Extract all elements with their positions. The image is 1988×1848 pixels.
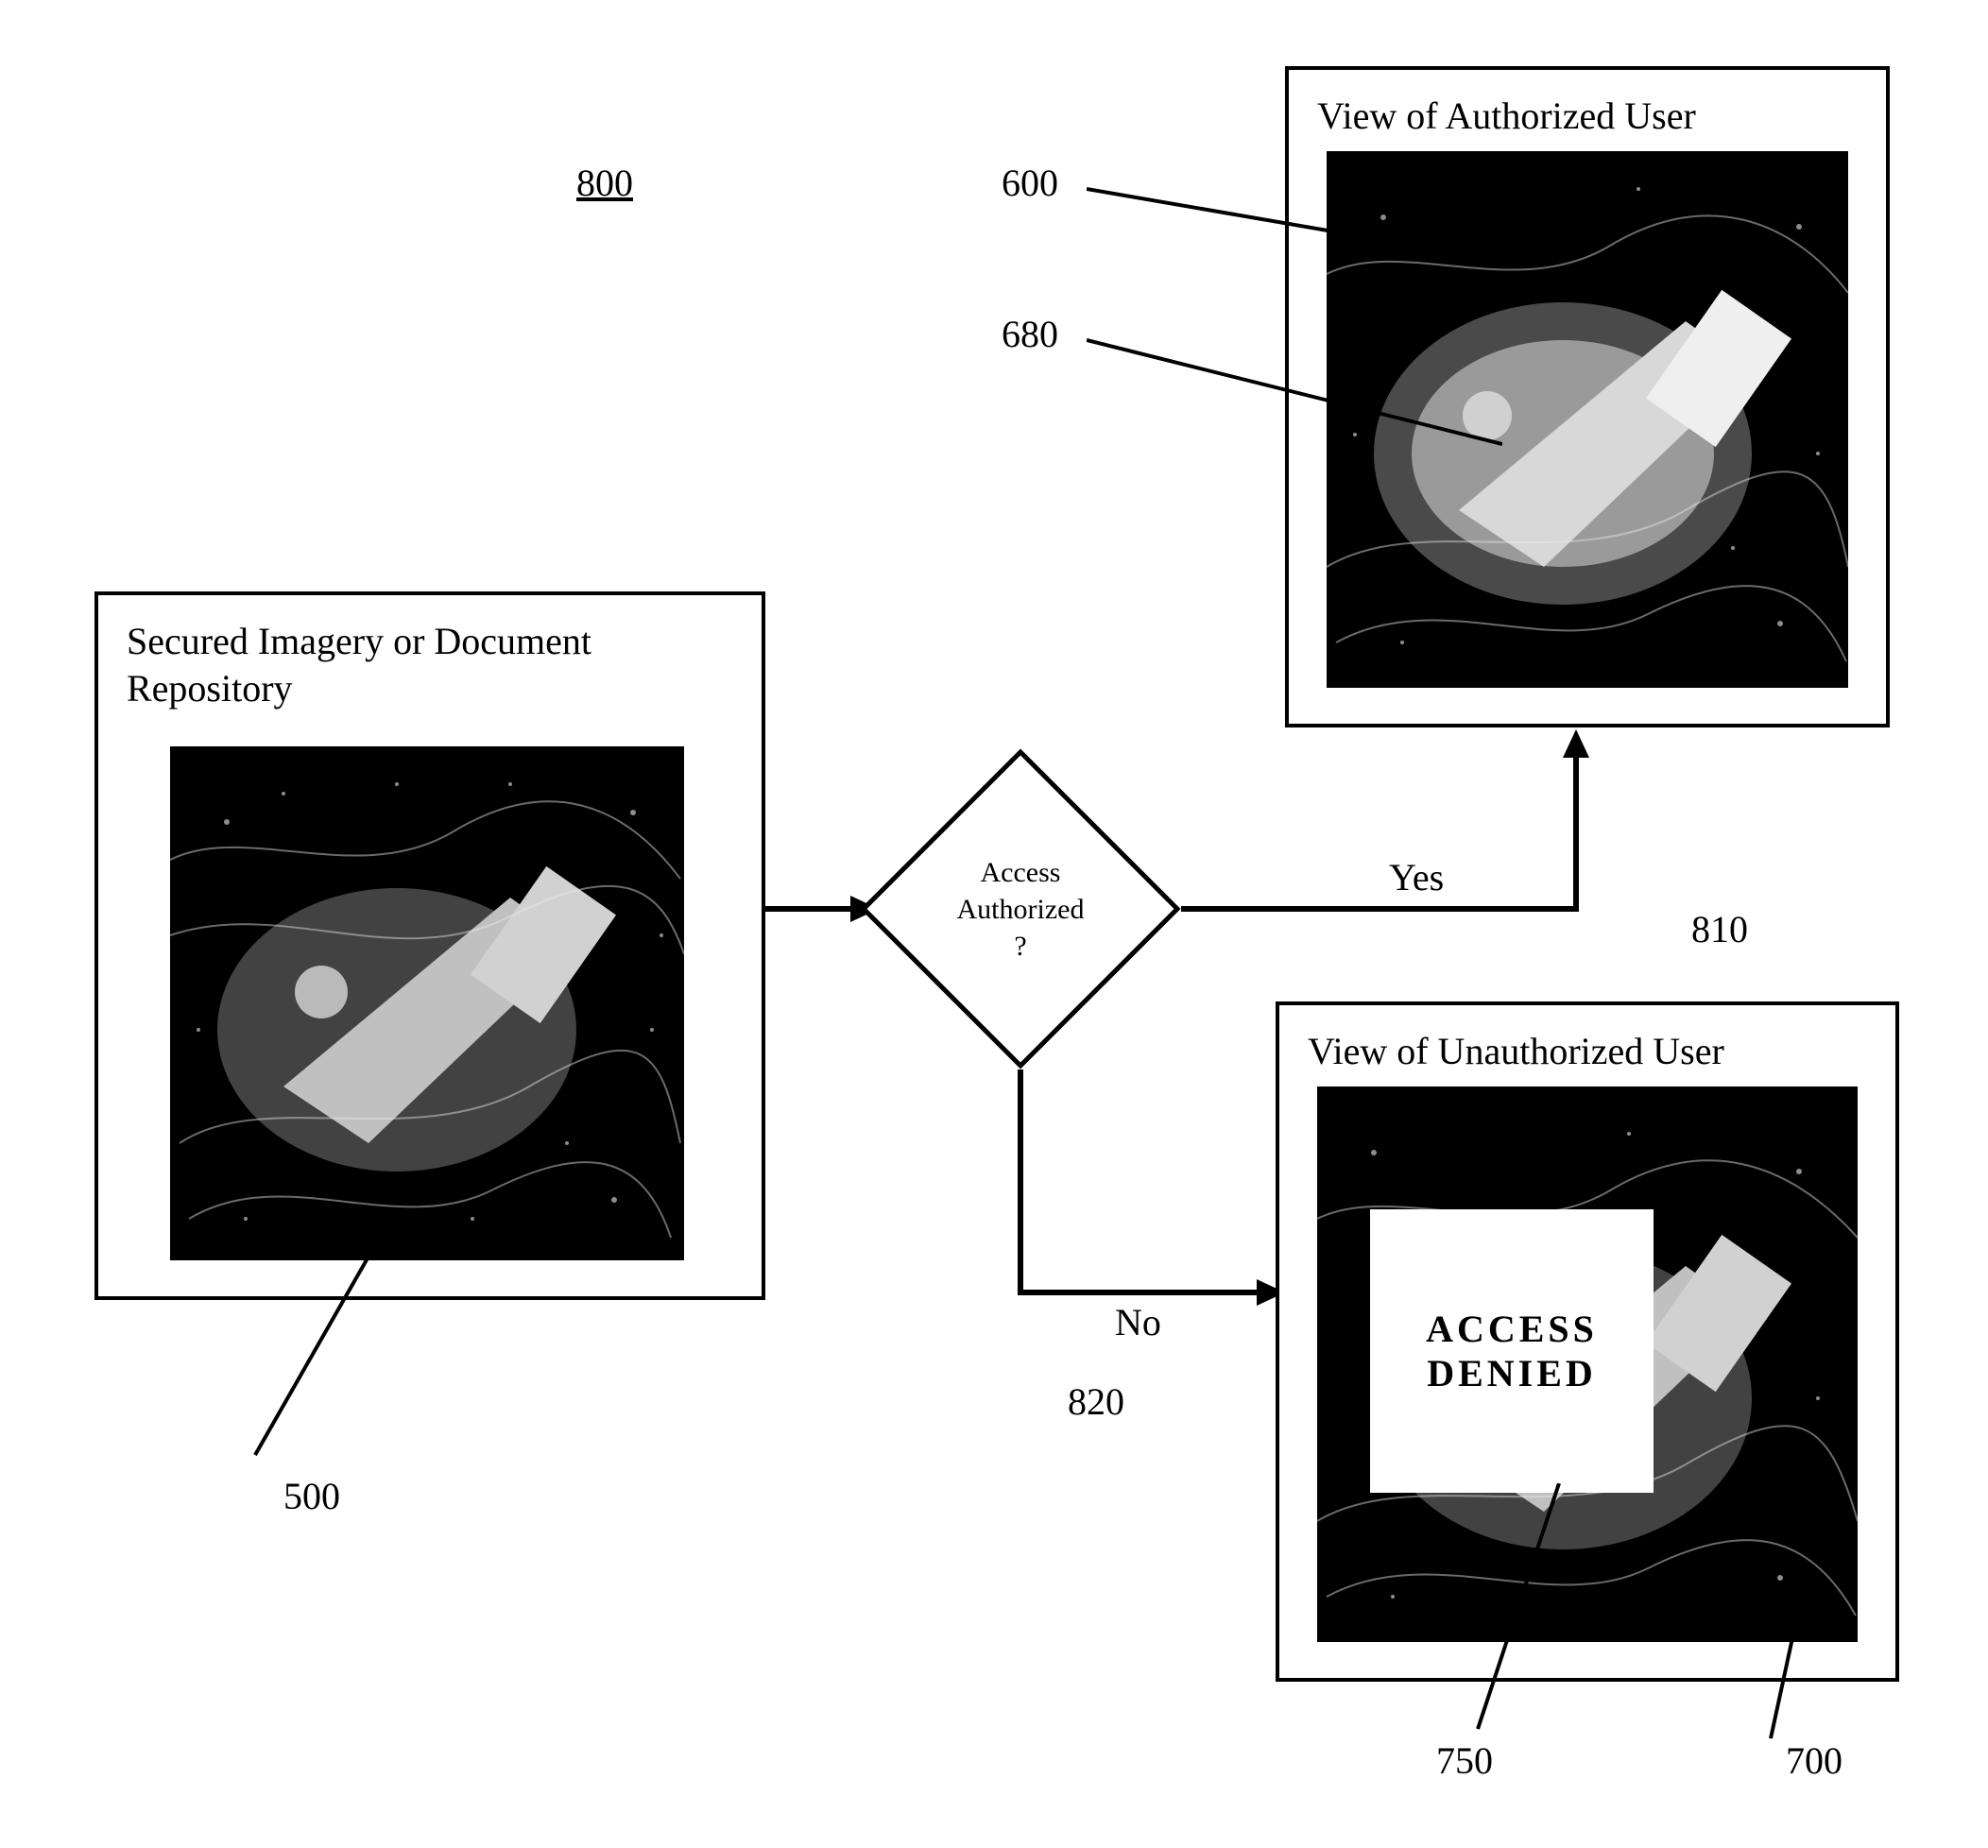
access-denied-line2: DENIED <box>1427 1351 1597 1395</box>
leader-repository-500 <box>246 1257 435 1474</box>
access-denied-overlay: ACCESS DENIED <box>1370 1209 1654 1493</box>
authorized-title: View of Authorized User <box>1317 93 1858 140</box>
leader-authorized-680 <box>1087 331 1502 453</box>
repository-title: Secured Imagery or Document Repository <box>127 618 733 712</box>
leader-unauthorized-750 <box>1474 1483 1597 1738</box>
decision-text-line2: Authorized <box>957 891 1085 928</box>
label-700: 700 <box>1786 1738 1842 1783</box>
label-no: No <box>1115 1300 1161 1344</box>
unauthorized-title: View of Unauthorized User <box>1308 1028 1867 1075</box>
decision-diamond: Access Authorized ? <box>860 748 1181 1069</box>
arrow-no-to-unauthorized <box>1002 1066 1285 1321</box>
leader-authorized-600 <box>1087 180 1361 255</box>
label-600: 600 <box>1002 161 1058 205</box>
label-810: 810 <box>1691 907 1748 951</box>
decision-text-line3: ? <box>1014 928 1026 965</box>
label-750: 750 <box>1436 1738 1493 1783</box>
repository-image <box>170 746 684 1260</box>
access-denied-line1: ACCESS <box>1426 1307 1598 1351</box>
label-500: 500 <box>283 1474 340 1518</box>
figure-ref-800: 800 <box>576 161 633 205</box>
label-820: 820 <box>1068 1379 1124 1424</box>
label-680: 680 <box>1002 312 1058 356</box>
decision-text-line1: Access <box>981 854 1061 891</box>
leader-unauthorized-700 <box>1767 1625 1842 1748</box>
label-yes: Yes <box>1389 855 1444 899</box>
